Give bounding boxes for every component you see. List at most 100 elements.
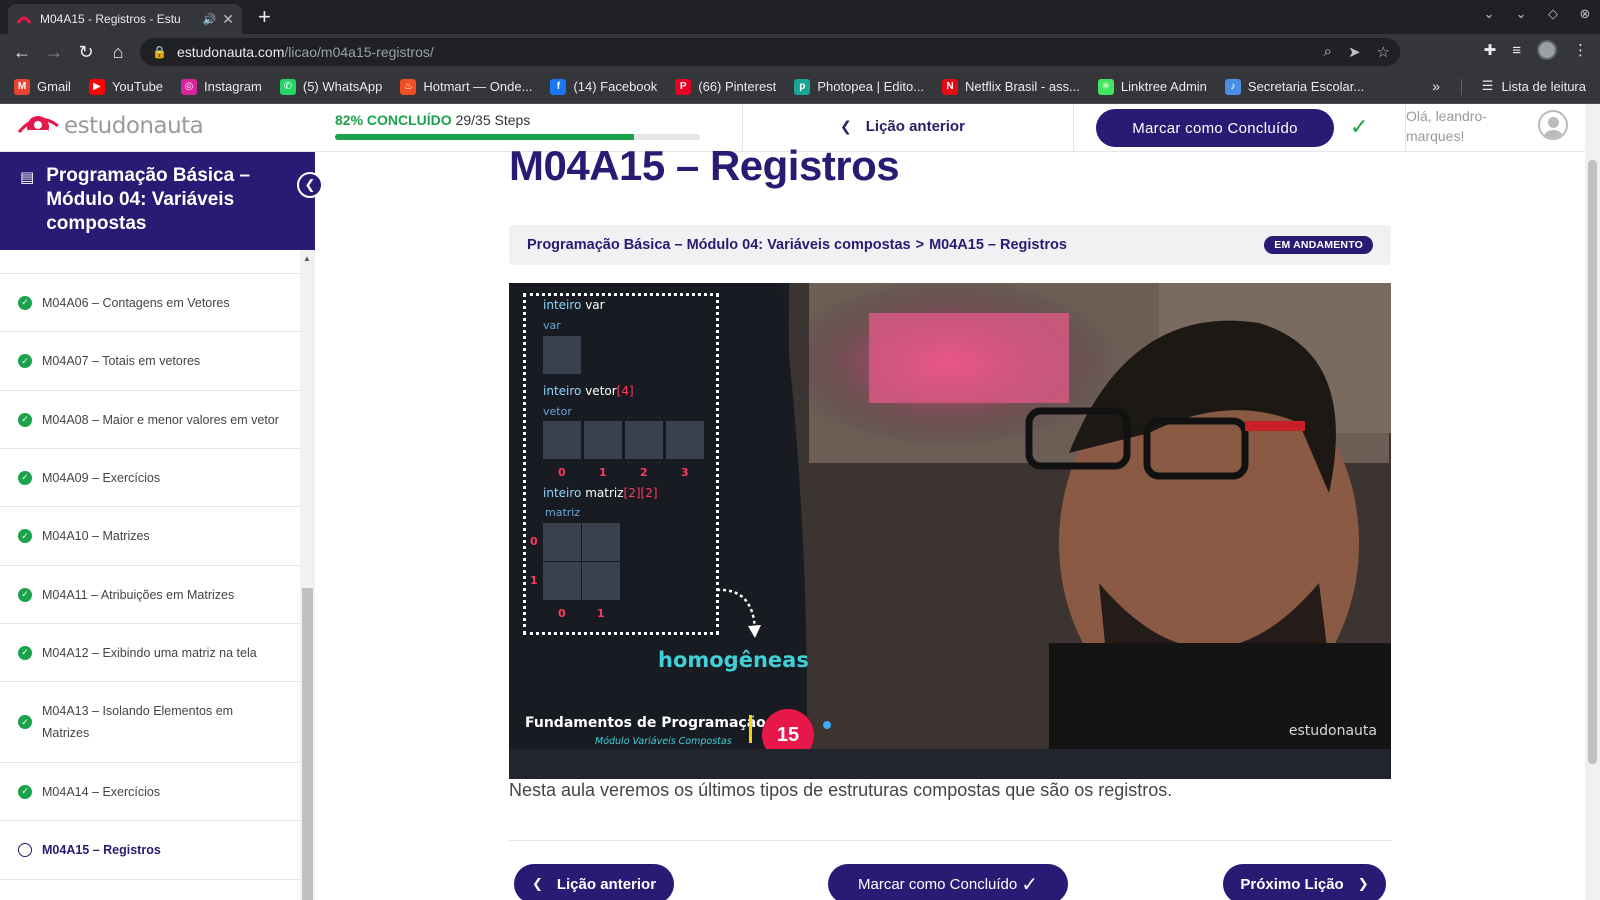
course-title-box[interactable]: ▤ Programação Básica – Módulo 04: Variáv… bbox=[0, 152, 315, 250]
vetor-index: 1 bbox=[599, 466, 607, 479]
bookmark-favicon-icon: f bbox=[550, 78, 567, 95]
bookmarks-divider bbox=[1461, 79, 1462, 95]
sidebar-lesson-item[interactable]: M04A15 – Registros bbox=[0, 821, 300, 880]
bookmark-star-icon[interactable]: ☆ bbox=[1377, 43, 1390, 61]
bookmark-item[interactable]: ◎ Instagram bbox=[181, 78, 262, 95]
bookmark-favicon-icon: ✆ bbox=[279, 78, 296, 95]
breadcrumb-lesson-link[interactable]: M04A15 – Registros bbox=[929, 237, 1067, 253]
sidebar-lesson-item[interactable]: ✓ M04A09 – Exercícios bbox=[0, 449, 300, 507]
video-control-bar[interactable] bbox=[509, 749, 1391, 779]
lesson-video-player[interactable]: inteiro var var inteiro vetor[4] vetor 0… bbox=[509, 283, 1391, 779]
reload-icon[interactable]: ↻ bbox=[70, 42, 102, 63]
bookmark-item[interactable]: ✆ (5) WhatsApp bbox=[279, 78, 382, 95]
user-avatar[interactable] bbox=[1538, 110, 1568, 140]
sidebar-lesson-item[interactable]: ✓ M04A12 – Exibindo uma matriz na tela bbox=[0, 624, 300, 682]
breadcrumb-separator: > bbox=[915, 237, 925, 253]
video-watermark: estudonauta bbox=[1288, 723, 1377, 739]
sidebar-scrollbar[interactable]: ▲ bbox=[300, 250, 315, 900]
browser-tab[interactable]: M04A15 - Registros - Estu 🔊 ✕ bbox=[8, 4, 242, 34]
bookmark-item[interactable]: ♪ Secretaria Escolar... bbox=[1224, 78, 1365, 95]
chevron-left-icon: ❮ bbox=[531, 876, 543, 891]
site-logo[interactable]: estudonauta bbox=[16, 112, 204, 140]
bottom-mark-complete-button[interactable]: Marcar como Concluído ✓ bbox=[828, 864, 1068, 900]
extension-icons: ✚ ≡ ⋮ bbox=[1484, 40, 1588, 60]
forward-icon[interactable]: → bbox=[38, 42, 70, 63]
matriz-col-index: 0 bbox=[558, 607, 566, 620]
vetor-label: vetor bbox=[543, 405, 572, 418]
zoom-icon[interactable]: ⌕ bbox=[1324, 43, 1332, 61]
profile-avatar[interactable] bbox=[1537, 40, 1557, 60]
avatar-body bbox=[1543, 130, 1564, 138]
more-bookmarks-icon[interactable]: » bbox=[1432, 78, 1440, 94]
bookmark-label: Secretaria Escolar... bbox=[1247, 79, 1365, 94]
sidebar-lesson-item[interactable]: ✓ M04A06 – Contagens em Vetores bbox=[0, 274, 300, 332]
breadcrumb: Programação Básica – Módulo 04: Variávei… bbox=[509, 225, 1391, 265]
bookmark-label: Netflix Brasil - ass... bbox=[965, 79, 1080, 94]
progress-fill bbox=[335, 134, 635, 140]
matriz-row-index: 1 bbox=[530, 574, 538, 587]
sidebar-lesson-item[interactable]: ✓ M04A14 – Exercícios bbox=[0, 763, 300, 821]
maximize-icon[interactable]: ◇ bbox=[1544, 6, 1562, 22]
minimize-icon[interactable]: ⌄ bbox=[1512, 6, 1530, 22]
matriz-row-index: 0 bbox=[530, 535, 538, 548]
bookmark-favicon-icon: ♪ bbox=[1224, 78, 1241, 95]
vetor-index: 0 bbox=[558, 466, 566, 479]
breadcrumb-course-link[interactable]: Programação Básica – Módulo 04: Variávei… bbox=[527, 237, 911, 253]
blue-dot bbox=[823, 721, 831, 729]
tab-title: M04A15 - Registros - Estu bbox=[40, 12, 181, 26]
page-scroll-thumb[interactable] bbox=[1588, 160, 1597, 764]
sidebar-scroll-thumb[interactable] bbox=[302, 588, 313, 900]
bookmark-item[interactable]: ▶ YouTube bbox=[88, 78, 164, 95]
bookmark-label: Photopea | Edito... bbox=[817, 79, 925, 94]
media-control-icon[interactable]: ≡ bbox=[1512, 42, 1521, 59]
close-window-icon[interactable]: ⊗ bbox=[1576, 6, 1594, 22]
scroll-up-icon[interactable]: ▲ bbox=[303, 254, 311, 263]
tab-close-icon[interactable]: ✕ bbox=[222, 11, 234, 28]
astronaut-logo-icon bbox=[17, 116, 59, 140]
bookmark-label: Linktree Admin bbox=[1120, 79, 1207, 94]
reading-list-button[interactable]: ☰ Lista de leitura bbox=[1482, 78, 1586, 94]
back-icon[interactable]: ← bbox=[6, 42, 38, 63]
tab-audio-icon[interactable]: 🔊 bbox=[203, 13, 217, 26]
sidebar-lesson-item[interactable]: ✓ M04A10 – Matrizes bbox=[0, 507, 300, 566]
header-prev-lesson-link[interactable]: ❮ Lição anterior bbox=[840, 118, 965, 135]
sidebar-lesson-label: M04A06 – Contagens em Vetores bbox=[42, 295, 230, 310]
bookmark-label: (14) Facebook bbox=[573, 79, 658, 94]
browser-toolbar: ← → ↻ ⌂ 🔒 estudonauta.com/licao/m04a15-r… bbox=[0, 34, 1600, 70]
bookmark-item[interactable]: N Netflix Brasil - ass... bbox=[942, 78, 1080, 95]
bookmark-item[interactable]: ✳ Linktree Admin bbox=[1097, 78, 1207, 95]
sidebar-lesson-label: M04A09 – Exercícios bbox=[42, 470, 161, 485]
browser-menu-icon[interactable]: ⋮ bbox=[1573, 41, 1588, 59]
page-title: M04A15 – Registros bbox=[509, 142, 900, 189]
address-bar[interactable]: 🔒 estudonauta.com/licao/m04a15-registros… bbox=[140, 38, 1400, 66]
bookmark-item[interactable]: ♨ Hotmart — Onde... bbox=[400, 78, 532, 95]
page-scrollbar[interactable] bbox=[1585, 104, 1600, 900]
completed-check-icon: ✓ bbox=[18, 784, 32, 799]
lock-icon[interactable]: 🔒 bbox=[152, 45, 167, 59]
url-path: /licao/m04a15-registros/ bbox=[284, 44, 434, 60]
completed-check-icon: ✓ bbox=[18, 587, 32, 602]
bookmarks-bar: M Gmail ▶ YouTube ◎ Instagram ✆ (5) WhatsApp ♨ Ho… bbox=[0, 70, 1600, 104]
sidebar-lesson-item[interactable]: ✓ M04A11 – Atribuições em Matrizes bbox=[0, 566, 300, 624]
bottom-prev-lesson-button[interactable]: ❮ Lição anterior bbox=[514, 864, 674, 900]
home-icon[interactable]: ⌂ bbox=[102, 42, 134, 63]
sidebar-lesson-item[interactable]: ✓ M04A08 – Maior e menor valores em vetor bbox=[0, 391, 300, 449]
series-title: Fundamentos de Programação bbox=[525, 715, 766, 731]
header-mark-complete-button[interactable]: Marcar como Concluído bbox=[1096, 109, 1334, 147]
send-icon[interactable]: ➤ bbox=[1348, 43, 1361, 61]
new-tab-button[interactable]: + bbox=[258, 4, 271, 30]
bookmark-item[interactable]: f (14) Facebook bbox=[550, 78, 658, 95]
bookmark-item[interactable]: M Gmail bbox=[14, 78, 71, 95]
bookmark-label: YouTube bbox=[111, 79, 164, 94]
browser-tab-strip: M04A15 - Registros - Estu 🔊 ✕ + ⌄ ⌄ ◇ ⊗ bbox=[0, 0, 1600, 34]
bookmark-item[interactable]: p Photopea | Edito... bbox=[794, 78, 925, 95]
tab-search-icon[interactable]: ⌄ bbox=[1480, 6, 1498, 22]
vetor-cell bbox=[625, 421, 663, 459]
sidebar-lesson-item[interactable]: ✓ M04A13 – Isolando Elementos em Matrizes bbox=[0, 682, 300, 763]
extensions-puzzle-icon[interactable]: ✚ bbox=[1484, 41, 1497, 59]
sidebar-lesson-item[interactable]: ✓ M04A07 – Totais em vetores bbox=[0, 332, 300, 391]
sidebar-collapse-button[interactable]: ❮ bbox=[297, 172, 323, 198]
sidebar-lesson-label: M04A11 – Atribuições em Matrizes bbox=[42, 587, 235, 602]
bottom-next-lesson-button[interactable]: Próximo Lição ❯ bbox=[1223, 864, 1386, 900]
bookmark-item[interactable]: P (66) Pinterest bbox=[675, 78, 776, 95]
